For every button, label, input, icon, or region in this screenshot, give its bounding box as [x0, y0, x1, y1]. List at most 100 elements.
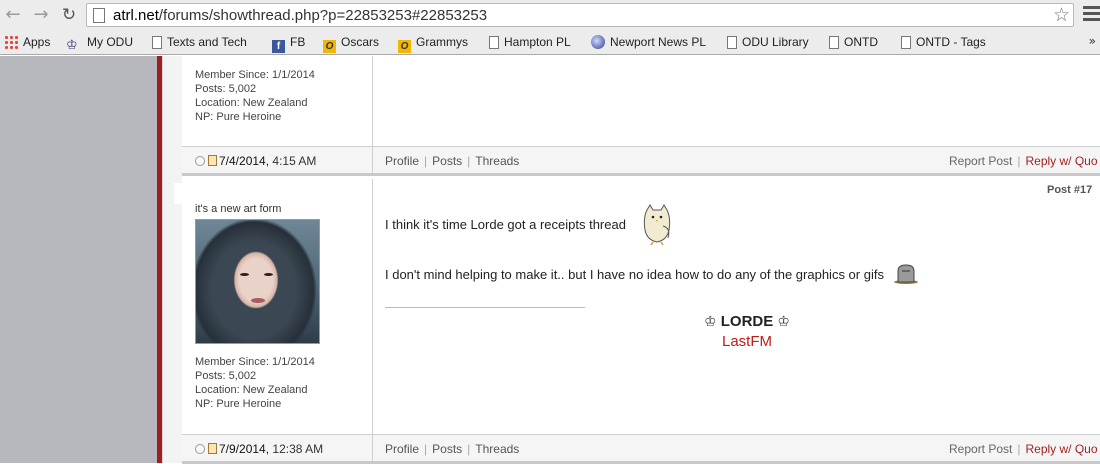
post2-footer: 7/9/2014, 12:38 AM Profile | Posts | Threads… — [182, 434, 1100, 464]
posts-link[interactable]: Posts — [432, 442, 462, 456]
bookmark-oscars[interactable]: O Oscars — [323, 34, 380, 53]
date-text: 7/4/2014, — [219, 154, 270, 168]
post-count: Posts: 5,002 — [195, 83, 257, 95]
post-links: Profile | Posts | Threads — [385, 154, 520, 168]
crown-icon: ♔ — [777, 314, 790, 330]
avatar[interactable] — [195, 219, 320, 344]
bookmark-ontd-tags[interactable]: ONTD - Tags — [901, 34, 986, 51]
post-count: Posts: 5,002 — [195, 370, 257, 382]
menu-icon[interactable] — [1083, 6, 1100, 24]
now-playing: NP: Pure Heroine — [195, 111, 282, 123]
profile-link[interactable]: Profile — [385, 442, 419, 456]
post-actions: Report Post | Reply w/ Quo — [949, 154, 1098, 168]
bookmark-label: Newport News PL — [610, 35, 707, 49]
page-icon — [727, 36, 737, 49]
time-text: 4:15 AM — [272, 154, 317, 168]
post1-footer: 7/4/2014, 4:15 AM Profile | Posts | Threads … — [182, 146, 1100, 176]
signature-name-text: LORDE — [720, 313, 774, 330]
bookmarks-bar: Apps ♔ My ODU Texts and Tech f FB O Oscars … — [0, 30, 1100, 55]
bookmark-odu-library[interactable]: ODU Library — [727, 34, 809, 51]
bookmark-label: Grammys — [416, 35, 468, 49]
post-date: 7/9/2014, 12:38 AM — [195, 441, 323, 457]
tombstone-smiley-icon — [894, 264, 918, 284]
bookmark-texts-and-tech[interactable]: Texts and Tech — [152, 34, 247, 51]
post-links: Profile | Posts | Threads — [385, 442, 520, 456]
bookmark-star-icon[interactable]: ☆ — [1053, 4, 1070, 26]
url-domain: atrl.net — [113, 7, 159, 24]
bookmark-label: My ODU — [87, 35, 133, 49]
post-page-icon — [208, 443, 217, 454]
threads-link[interactable]: Threads — [475, 442, 519, 456]
page-icon — [93, 8, 105, 23]
page-icon — [829, 36, 839, 49]
signature-divider — [385, 307, 585, 308]
user-title: it's a new art form — [195, 203, 282, 215]
globe-icon — [591, 35, 605, 49]
bookmark-label: ONTD — [844, 35, 878, 49]
footer-divider — [372, 147, 373, 174]
profile-link[interactable]: Profile — [385, 154, 419, 168]
bookmarks-more-icon[interactable]: » — [1089, 34, 1096, 48]
post-actions: Report Post | Reply w/ Quo — [949, 442, 1098, 456]
post-divider — [372, 56, 373, 146]
o-icon: O — [323, 40, 336, 53]
post-page-icon — [208, 155, 217, 166]
bookmark-apps[interactable]: Apps — [4, 34, 50, 51]
username-box[interactable] — [174, 183, 314, 204]
crown-icon: ♔ — [704, 314, 717, 330]
browser-toolbar: ← → ↻ atrl.net/forums/showthread.php?p=2… — [0, 0, 1100, 30]
footer-divider — [372, 435, 373, 462]
member-since: Member Since: 1/1/2014 — [195, 69, 315, 81]
posts-link[interactable]: Posts — [432, 154, 462, 168]
apps-grid-icon — [4, 35, 18, 49]
bookmark-label: Texts and Tech — [167, 35, 247, 49]
select-post-radio[interactable] — [195, 444, 205, 454]
signature-name: ♔ LORDE ♔ — [704, 313, 794, 330]
post-date: 7/4/2014, 4:15 AM — [195, 153, 316, 169]
page-icon — [152, 36, 162, 49]
select-post-radio[interactable] — [195, 156, 205, 166]
address-bar[interactable]: atrl.net/forums/showthread.php?p=2285325… — [86, 3, 1074, 27]
bookmark-hampton-pl[interactable]: Hampton PL — [489, 34, 571, 51]
report-post-link[interactable]: Report Post — [949, 154, 1012, 168]
time-text: 12:38 AM — [272, 442, 324, 456]
url-text[interactable]: atrl.net/forums/showthread.php?p=2285325… — [113, 6, 487, 26]
lastfm-link[interactable]: LastFM — [722, 333, 772, 350]
bookmark-ontd[interactable]: ONTD — [829, 34, 878, 51]
facebook-icon: f — [272, 40, 285, 53]
reply-with-quote-link[interactable]: Reply w/ Quo — [1026, 154, 1098, 168]
post1-user-info: Member Since: 1/1/2014 Posts: 5,002 Loca… — [195, 68, 315, 124]
back-icon[interactable]: ← — [2, 4, 24, 26]
date-text: 7/9/2014, — [219, 442, 270, 456]
bookmark-label: FB — [290, 35, 306, 49]
location: Location: New Zealand — [195, 97, 308, 109]
bookmark-fb[interactable]: f FB — [272, 34, 306, 53]
report-post-link[interactable]: Report Post — [949, 442, 1012, 456]
bookmark-label: Oscars — [341, 35, 380, 49]
threads-link[interactable]: Threads — [475, 154, 519, 168]
reply-with-quote-link[interactable]: Reply w/ Quo — [1026, 442, 1098, 456]
page-gutter — [0, 56, 157, 463]
forum-page: Member Since: 1/1/2014 Posts: 5,002 Loca… — [0, 56, 1100, 464]
forward-icon[interactable]: → — [30, 4, 52, 26]
message-line: I don't mind helping to make it.. but I … — [385, 267, 884, 282]
bookmark-label: ODU Library — [742, 35, 809, 49]
url-path: /forums/showthread.php?p=22853253#228532… — [158, 7, 488, 24]
bookmark-newport-news-pl[interactable]: Newport News PL — [591, 34, 706, 51]
page-icon — [489, 36, 499, 49]
member-since: Member Since: 1/1/2014 — [195, 356, 315, 368]
bookmark-label: Apps — [23, 35, 51, 49]
message-line: I think it's time Lorde got a receipts t… — [385, 217, 626, 232]
now-playing: NP: Pure Heroine — [195, 398, 282, 410]
thread-stripe — [162, 56, 182, 463]
bookmark-label: ONTD - Tags — [916, 35, 986, 49]
post-number-link[interactable]: Post #17 — [1047, 184, 1092, 196]
o-icon: O — [398, 40, 411, 53]
bookmark-label: Hampton PL — [504, 35, 571, 49]
owl-smiley-icon — [643, 204, 671, 246]
page-icon — [901, 36, 911, 49]
bookmark-my-odu[interactable]: ♔ My ODU — [66, 34, 133, 52]
reload-icon[interactable]: ↻ — [58, 4, 80, 26]
post2-user-info: Member Since: 1/1/2014 Posts: 5,002 Loca… — [195, 355, 315, 411]
bookmark-grammys[interactable]: O Grammys — [398, 34, 468, 53]
